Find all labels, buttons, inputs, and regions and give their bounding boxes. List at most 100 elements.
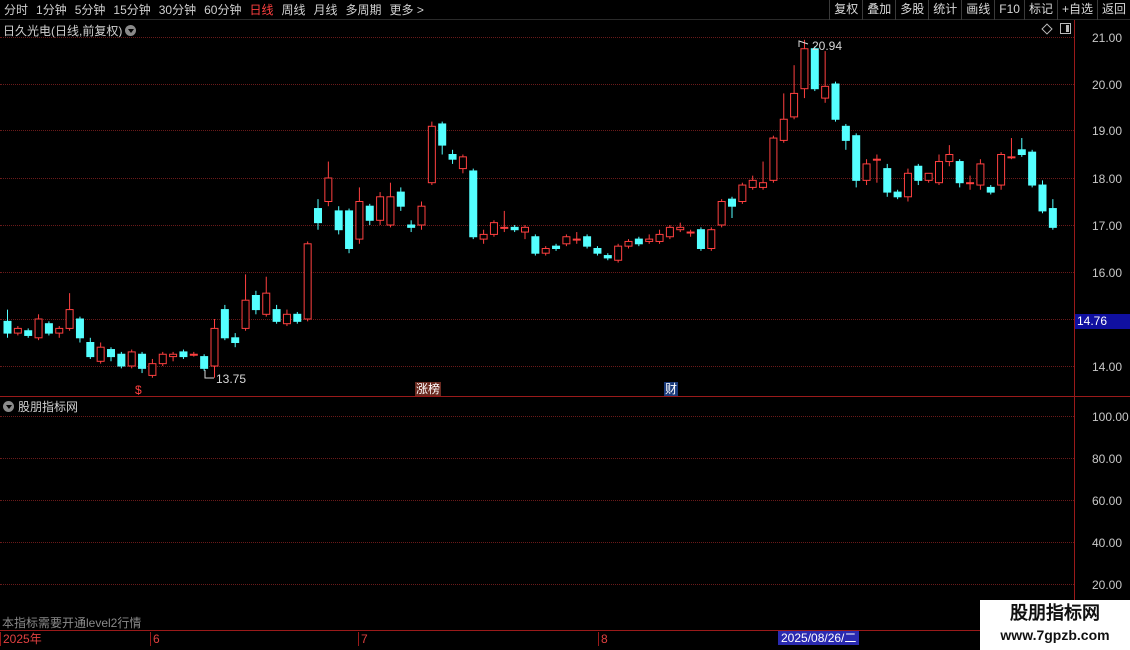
candle-body <box>293 313 302 322</box>
candle-body <box>479 233 488 240</box>
candle-body <box>676 226 685 231</box>
candle-body <box>583 236 592 247</box>
indicator-y-tick-label: 20.00 <box>1092 578 1123 592</box>
watermark-title: 股朋指标网 <box>1010 603 1100 623</box>
candle-body <box>1017 149 1026 156</box>
indicator-y-tick-label: 100.00 <box>1092 410 1129 424</box>
toolbar-button[interactable]: +自选 <box>1056 0 1097 20</box>
toolbar-button[interactable]: F10 <box>994 0 1024 20</box>
grid-line <box>0 500 1074 501</box>
candle-body <box>179 351 188 358</box>
financial-report-marker[interactable]: 财 <box>664 382 679 396</box>
toolbar-button[interactable]: 叠加 <box>862 0 895 20</box>
period-tab[interactable]: 月线 <box>310 0 342 20</box>
y-tick-label: 16.00 <box>1092 266 1123 280</box>
candle-body <box>821 85 830 99</box>
toolbar-button[interactable]: 返回 <box>1096 0 1130 20</box>
candle-body <box>127 351 136 367</box>
candle-body <box>158 353 167 365</box>
period-tab[interactable]: 日线 <box>245 0 277 20</box>
panel-separator[interactable] <box>0 396 1130 397</box>
candle-body <box>572 238 581 241</box>
candle-body <box>55 327 64 334</box>
grid-line <box>0 366 1074 367</box>
candle-body <box>458 156 467 170</box>
candle-body <box>696 229 705 249</box>
period-tab[interactable]: 周线 <box>277 0 309 20</box>
date-label: 7 <box>358 632 368 646</box>
toolbar-button[interactable]: 画线 <box>961 0 994 20</box>
candlestick-chart[interactable]: 20.94 13.75 <box>0 0 1130 650</box>
toolbar-button[interactable]: 标记 <box>1023 0 1057 20</box>
candle-body <box>376 196 385 221</box>
date-label: 8 <box>598 632 608 646</box>
diamond-icon[interactable] <box>1041 23 1053 35</box>
date-label: 6 <box>150 632 160 646</box>
watermark: 股朋指标网 www.7gpzb.com <box>980 600 1130 650</box>
candle-body <box>852 135 861 181</box>
toolbar: 分时 1分钟 5分钟 15分钟 30分钟 60分钟 日线 周线 月线 多周期 更多 > 复权 叠加 多股… <box>0 0 1130 20</box>
candle-body <box>220 309 229 339</box>
candle-body <box>251 295 260 311</box>
candle-body <box>903 172 912 198</box>
candle-body <box>810 48 819 90</box>
candle-body <box>1028 151 1037 186</box>
candle-body <box>593 248 602 254</box>
y-tick-label: 20.00 <box>1092 78 1123 92</box>
y-tick-label: 18.00 <box>1092 172 1123 186</box>
candle-body <box>986 186 995 193</box>
candle-body <box>262 292 271 315</box>
window-toggle-icon[interactable] <box>1060 23 1071 34</box>
candle-body <box>945 154 954 163</box>
candle-body <box>603 255 612 259</box>
grid-line <box>0 272 1074 273</box>
period-tab[interactable]: 1分钟 <box>32 0 71 20</box>
indicator-y-tick-label: 80.00 <box>1092 452 1123 466</box>
candle-body <box>893 191 902 198</box>
candle-body <box>624 240 633 247</box>
candle-body <box>634 238 643 245</box>
candle-body <box>935 161 943 184</box>
grid-line <box>0 416 1074 417</box>
candle-body <box>448 154 457 160</box>
indicator-title[interactable]: 股朋指标网 <box>18 398 78 415</box>
indicator-title-bar: 股朋指标网 <box>3 398 78 415</box>
candle-body <box>1038 184 1047 212</box>
candle-body <box>614 245 623 261</box>
candle-body <box>303 243 312 320</box>
period-tab[interactable]: 30分钟 <box>155 0 200 20</box>
candle-group <box>3 39 1057 378</box>
period-tab[interactable]: 60分钟 <box>200 0 245 20</box>
top-gainers-marker[interactable]: 涨榜 <box>415 382 442 396</box>
candle-body <box>521 226 529 233</box>
candle-body <box>552 245 561 249</box>
y-tick-label: 17.00 <box>1092 219 1123 233</box>
toolbar-button[interactable]: 多股 <box>895 0 928 20</box>
period-tab[interactable]: 分时 <box>0 0 32 20</box>
candle-body <box>427 125 436 184</box>
candle-body <box>396 191 405 207</box>
candle-body <box>800 48 809 90</box>
candle-body <box>469 170 478 238</box>
candle-body <box>655 233 664 242</box>
candle-body <box>231 337 240 343</box>
candle-body <box>966 182 975 185</box>
candle-body <box>24 330 33 336</box>
cursor-date-label: 2025/08/26/二 <box>778 631 860 645</box>
period-tab[interactable]: 5分钟 <box>71 0 110 20</box>
candle-body <box>707 229 716 249</box>
toolbar-button[interactable]: 统计 <box>928 0 961 20</box>
dividend-marker[interactable]: $ <box>134 383 143 397</box>
toolbar-button[interactable]: 复权 <box>829 0 862 20</box>
period-tab[interactable]: 15分钟 <box>109 0 154 20</box>
chevron-down-icon[interactable] <box>3 401 14 412</box>
grid-line <box>0 542 1074 543</box>
candle-body <box>117 353 126 367</box>
chevron-down-icon[interactable] <box>125 25 137 36</box>
candle-body <box>169 353 178 358</box>
period-tab[interactable]: 多周期 <box>342 0 386 20</box>
candle-body <box>386 196 395 226</box>
candle-body <box>417 205 426 226</box>
period-tab[interactable]: 更多 > <box>386 0 428 20</box>
grid-line <box>0 37 1074 38</box>
